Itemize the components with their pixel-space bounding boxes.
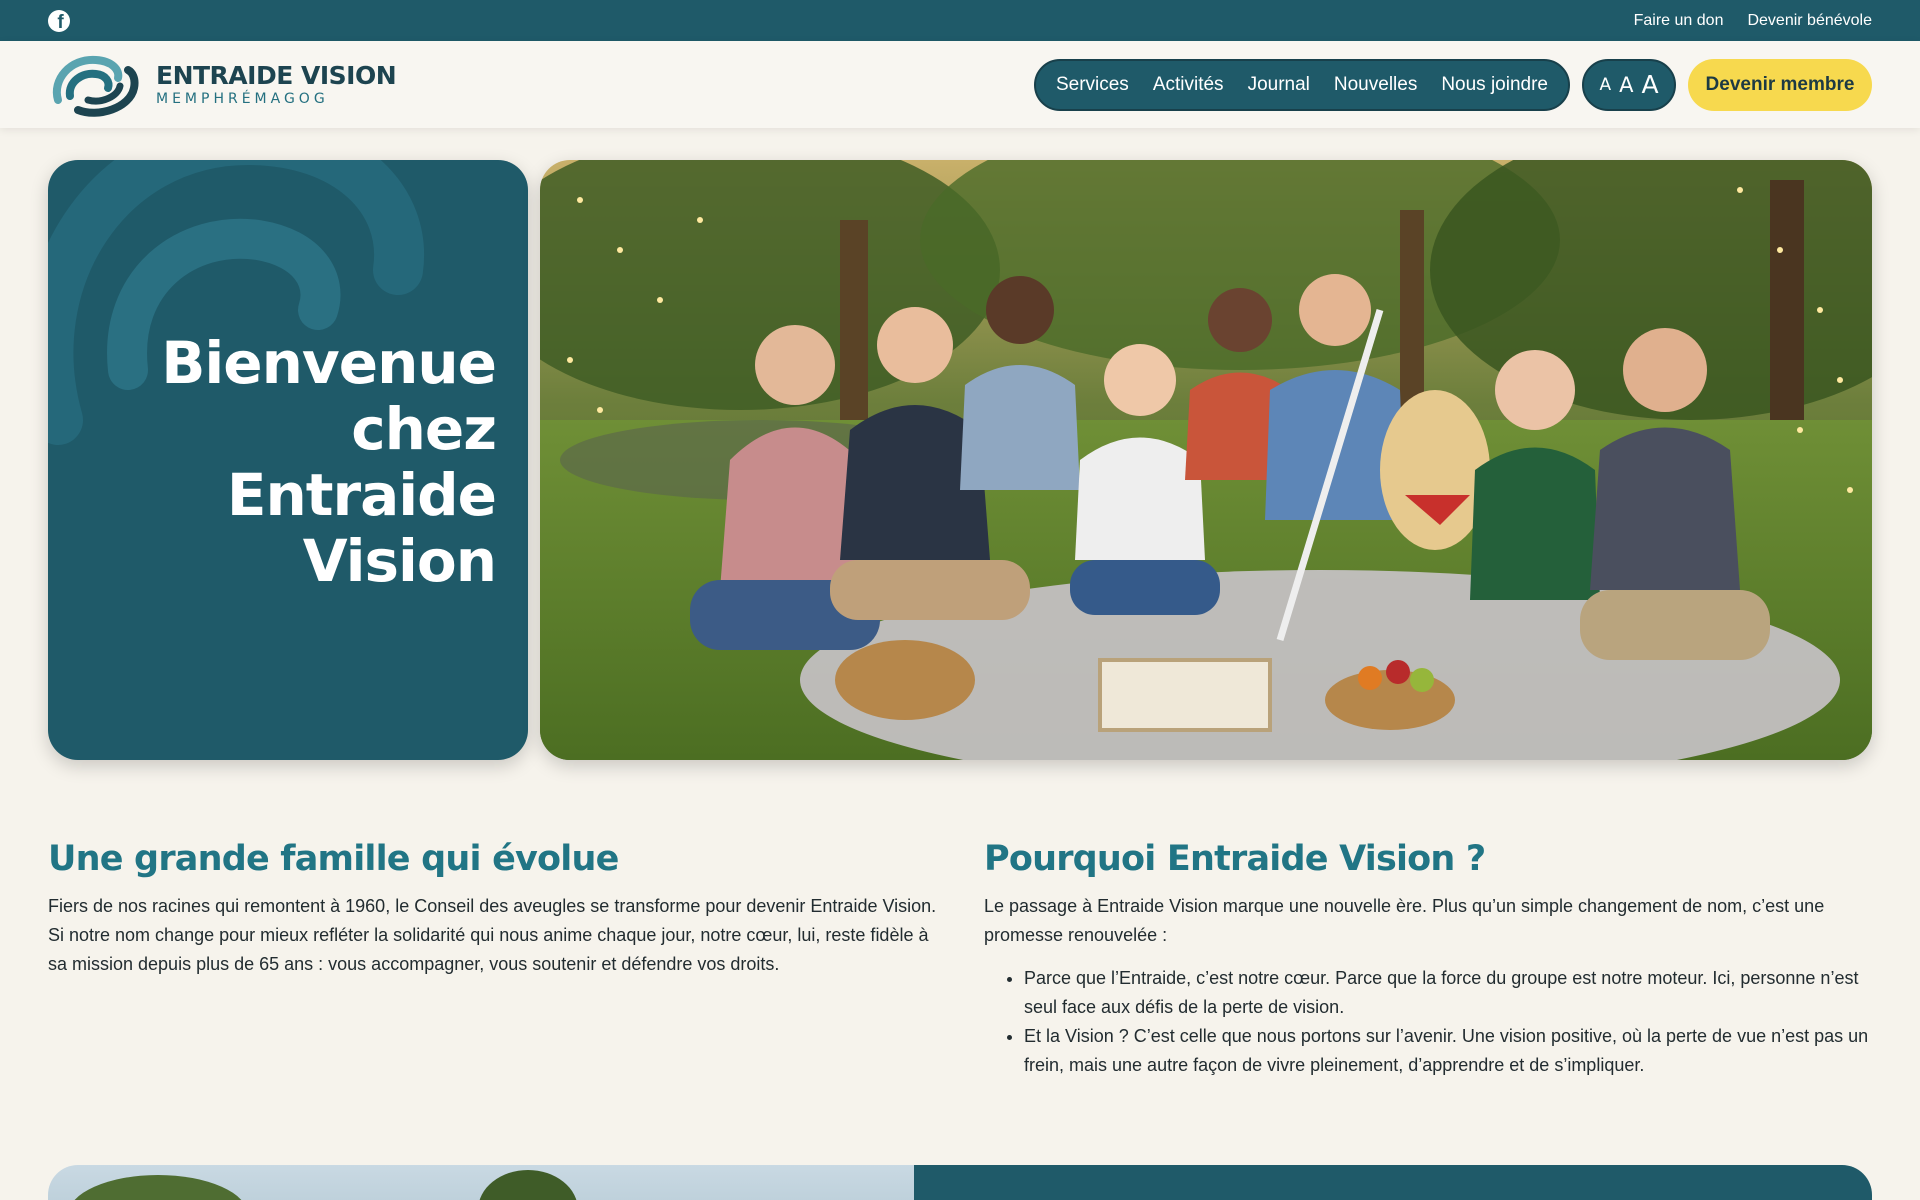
section-famille-heading: Une grande famille qui évolue	[48, 839, 619, 879]
logo-swirl-icon	[52, 55, 139, 117]
nav-journal[interactable]: Journal	[1248, 74, 1310, 96]
nav-services[interactable]: Services	[1056, 74, 1129, 96]
logo-subtitle: MEMPHRÉMAGOG	[156, 90, 329, 107]
section-pourquoi-intro: Le passage à Entraide Vision marque une …	[984, 896, 1825, 945]
main-nav: Services Activités Journal Nouvelles Nou…	[1033, 58, 1570, 111]
font-size-controls: A A A	[1582, 58, 1676, 111]
become-member-button[interactable]: Devenir membre	[1688, 58, 1872, 111]
top-utility-bar: f Faire un don Devenir bénévole	[0, 0, 1920, 41]
section-pourquoi-heading: Pourquoi Entraide Vision ?	[984, 839, 1486, 879]
utility-links: Faire un don Devenir bénévole	[1634, 12, 1872, 30]
next-section-photo	[48, 1165, 914, 1200]
nav-nous-joindre[interactable]: Nous joindre	[1441, 74, 1548, 96]
section-pourquoi: Pourquoi Entraide Vision ? Le passage à …	[984, 836, 1874, 1080]
site-header: ENTRAIDE VISION MEMPHRÉMAGOG Services Ac…	[0, 41, 1920, 128]
donate-link[interactable]: Faire un don	[1634, 12, 1724, 30]
site-logo[interactable]: ENTRAIDE VISION MEMPHRÉMAGOG	[48, 52, 397, 118]
section-famille: Une grande famille qui évolue Fiers de n…	[48, 836, 948, 979]
nav-nouvelles[interactable]: Nouvelles	[1334, 74, 1417, 96]
hero-title: Bienvenue chez Entraide Vision	[161, 329, 497, 595]
volunteer-link[interactable]: Devenir bénévole	[1747, 12, 1872, 30]
list-item: Et la Vision ? C’est celle que nous port…	[1024, 1022, 1874, 1080]
community-picnic-photo	[540, 160, 1872, 760]
logo-title: ENTRAIDE VISION	[156, 60, 397, 90]
font-size-large-button[interactable]: A	[1641, 70, 1658, 99]
list-item: Parce que l’Entraide, c’est notre cœur. …	[1024, 964, 1874, 1022]
section-famille-body: Fiers de nos racines qui remontent à 196…	[48, 896, 937, 974]
next-section-card	[914, 1165, 1872, 1200]
font-size-small-button[interactable]: A	[1599, 75, 1611, 95]
facebook-icon[interactable]: f	[48, 9, 70, 32]
section-pourquoi-list: Parce que l’Entraide, c’est notre cœur. …	[984, 964, 1874, 1080]
nav-activites[interactable]: Activités	[1153, 74, 1224, 96]
font-size-medium-button[interactable]: A	[1619, 73, 1633, 97]
hero-welcome-card: Bienvenue chez Entraide Vision	[48, 160, 528, 760]
